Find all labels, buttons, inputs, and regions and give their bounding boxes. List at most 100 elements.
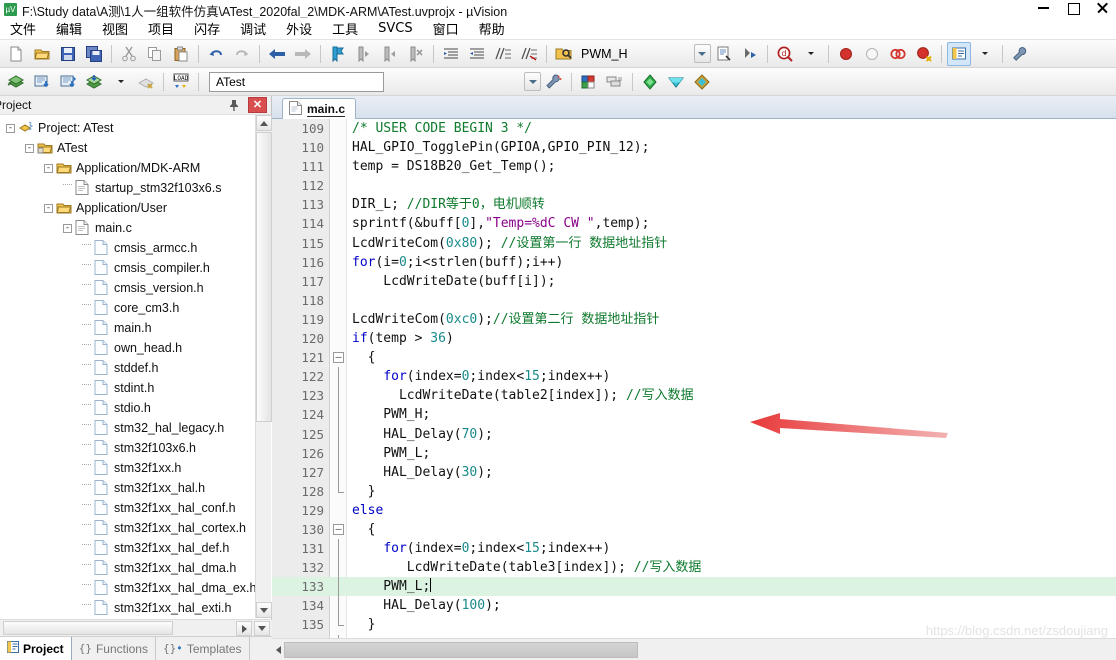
code-line[interactable]: 110 HAL_GPIO_TogglePin(GPIOA,GPIO_PIN_12)…	[272, 138, 1116, 157]
tree-item[interactable]: cmsis_version.h	[0, 278, 272, 298]
tree-expander-icon[interactable]: -	[25, 143, 34, 153]
navigate-forward-icon[interactable]	[291, 42, 315, 66]
bookmark-clear-icon[interactable]	[404, 42, 428, 66]
code-line[interactable]: 123 LcdWriteDate(table2[index]); //写入数据	[272, 386, 1116, 406]
code-line[interactable]: 118	[272, 291, 1116, 310]
menu-item-debug[interactable]: 调试	[230, 17, 276, 40]
manage-project-items-icon[interactable]	[577, 70, 601, 94]
bookmark-toggle-icon[interactable]	[326, 42, 350, 66]
tree-item[interactable]: stm32f1xx.h	[0, 458, 272, 478]
tree-item[interactable]: stdio.h	[0, 398, 272, 418]
code-line[interactable]: 113 DIR_L; //DIR等于0，电机顺转	[272, 195, 1116, 214]
build-icon[interactable]	[30, 70, 54, 94]
tree-expander-icon[interactable]: -	[6, 123, 15, 133]
code-line[interactable]: 109 /* USER CODE BEGIN 3 */	[272, 119, 1116, 138]
tree-expander-icon[interactable]: -	[63, 223, 72, 233]
layout-dropdown-icon[interactable]	[973, 42, 997, 66]
configure-tools-icon[interactable]	[1008, 42, 1032, 66]
menu-item-help[interactable]: 帮助	[469, 17, 515, 40]
menu-item-peripherals[interactable]: 外设	[276, 17, 322, 40]
save-all-icon[interactable]	[82, 42, 106, 66]
symbol-field[interactable]: PWM_H	[581, 47, 628, 61]
code-line[interactable]: 121– {	[272, 348, 1116, 367]
tree-item[interactable]: stddef.h	[0, 358, 272, 378]
tree-item[interactable]: stdint.h	[0, 378, 272, 398]
code-line[interactable]: 130– {	[272, 520, 1116, 539]
project-horizontal-scrollbar[interactable]	[0, 619, 272, 636]
code-line[interactable]: 119 LcdWriteCom(0xc0);//设置第二行 数据地址指针	[272, 310, 1116, 329]
code-line[interactable]: 132 LcdWriteDate(table3[index]); //写入数据	[272, 558, 1116, 578]
indent-icon[interactable]	[439, 42, 463, 66]
paste-icon[interactable]	[169, 42, 193, 66]
tree-item[interactable]: stm32f1xx_hal_exti.h	[0, 598, 272, 618]
tree-item[interactable]: - ATest	[0, 138, 272, 158]
debug-settings-icon[interactable]	[738, 42, 762, 66]
maximize-icon[interactable]	[1058, 0, 1087, 18]
tree-item[interactable]: - Application/User	[0, 198, 272, 218]
project-vertical-scrollbar[interactable]	[255, 115, 272, 618]
rebuild-icon[interactable]	[56, 70, 80, 94]
code-line[interactable]: 112	[272, 176, 1116, 195]
tab-functions[interactable]: {} Functions	[72, 637, 156, 660]
menu-item-view[interactable]: 视图	[92, 17, 138, 40]
insert-breakpoint-icon[interactable]	[834, 42, 858, 66]
fold-collapse-icon[interactable]: –	[333, 352, 344, 364]
disable-breakpoint-icon[interactable]	[860, 42, 884, 66]
menu-item-window[interactable]: 窗口	[423, 17, 469, 40]
multi-project-icon[interactable]	[603, 70, 627, 94]
navigate-back-icon[interactable]	[265, 42, 289, 66]
editor-hscroll-thumb[interactable]	[284, 642, 638, 658]
tree-item[interactable]: stm32f1xx_hal_conf.h	[0, 498, 272, 518]
minimize-icon[interactable]	[1029, 0, 1058, 18]
code-line[interactable]: 111 temp = DS18B20_Get_Temp();	[272, 157, 1116, 176]
scroll-up-arrow-icon[interactable]	[256, 115, 272, 131]
bookmark-prev-icon[interactable]	[352, 42, 376, 66]
code-line[interactable]: 115 LcdWriteCom(0x80); //设置第一行 数据地址指针	[272, 234, 1116, 253]
tree-item[interactable]: stm32f1xx_hal_dma_ex.h	[0, 578, 272, 598]
menu-item-svcs[interactable]: SVCS	[368, 19, 422, 38]
copy-icon[interactable]	[143, 42, 167, 66]
chevron-down-icon[interactable]	[693, 44, 711, 63]
tree-item[interactable]: core_cm3.h	[0, 298, 272, 318]
tree-item[interactable]: stm32f1xx_hal_def.h	[0, 538, 272, 558]
code-line[interactable]: 129 else	[272, 501, 1116, 520]
start-debug-dropdown-icon[interactable]	[799, 42, 823, 66]
tree-item[interactable]: main.h	[0, 318, 272, 338]
tree-item[interactable]: own_head.h	[0, 338, 272, 358]
editor-tab-main-c[interactable]: main.c	[282, 98, 357, 119]
redo-icon[interactable]	[230, 42, 254, 66]
code-line[interactable]: 127 HAL_Delay(30);	[272, 462, 1116, 482]
hscroll-right-arrow-icon[interactable]	[236, 621, 252, 636]
code-line[interactable]: 128 }	[272, 481, 1116, 501]
configure-icon[interactable]	[712, 42, 736, 66]
tree-item[interactable]: stm32_hal_legacy.h	[0, 418, 272, 438]
kill-all-breakpoints-icon[interactable]	[886, 42, 910, 66]
menu-item-flash[interactable]: 闪存	[184, 17, 230, 40]
undo-icon[interactable]	[204, 42, 228, 66]
code-lines[interactable]: 109 /* USER CODE BEGIN 3 */ 110 HAL_GPIO_To…	[272, 119, 1116, 660]
tree-item[interactable]: stm32f1xx_hal_cortex.h	[0, 518, 272, 538]
new-file-icon[interactable]	[4, 42, 28, 66]
tree-item[interactable]: startup_stm32f103x6.s	[0, 178, 272, 198]
find-in-files-icon[interactable]	[552, 42, 576, 66]
start-debug-icon[interactable]: d	[773, 42, 797, 66]
tab-templates[interactable]: {}➧ Templates	[156, 637, 250, 660]
code-line[interactable]: 126 PWM_L;	[272, 443, 1116, 463]
bookmark-next-icon[interactable]	[378, 42, 402, 66]
tree-item[interactable]: stm32f103x6.h	[0, 438, 272, 458]
target-options-icon[interactable]	[542, 70, 566, 94]
target-dropdown-icon[interactable]	[524, 72, 541, 91]
target-select[interactable]: ATest	[209, 71, 384, 92]
tree-item[interactable]: - Project: ATest	[0, 118, 272, 138]
pack-installer-icon[interactable]	[638, 70, 662, 94]
code-line[interactable]: 122 for(index=0;index<15;index++)	[272, 367, 1116, 387]
code-line[interactable]: 117 LcdWriteDate(buff[i]);	[272, 272, 1116, 291]
hscroll-dropdown-icon[interactable]	[254, 621, 270, 636]
code-line[interactable]: 133 PWM_L;	[272, 577, 1116, 597]
tree-expander-icon[interactable]: -	[44, 203, 53, 213]
close-icon[interactable]: ✕	[248, 97, 267, 113]
code-line[interactable]: 125 HAL_Delay(70);	[272, 424, 1116, 444]
menu-item-project[interactable]: 项目	[138, 17, 184, 40]
menu-item-edit[interactable]: 编辑	[46, 17, 92, 40]
hscroll-thumb[interactable]	[3, 621, 173, 635]
